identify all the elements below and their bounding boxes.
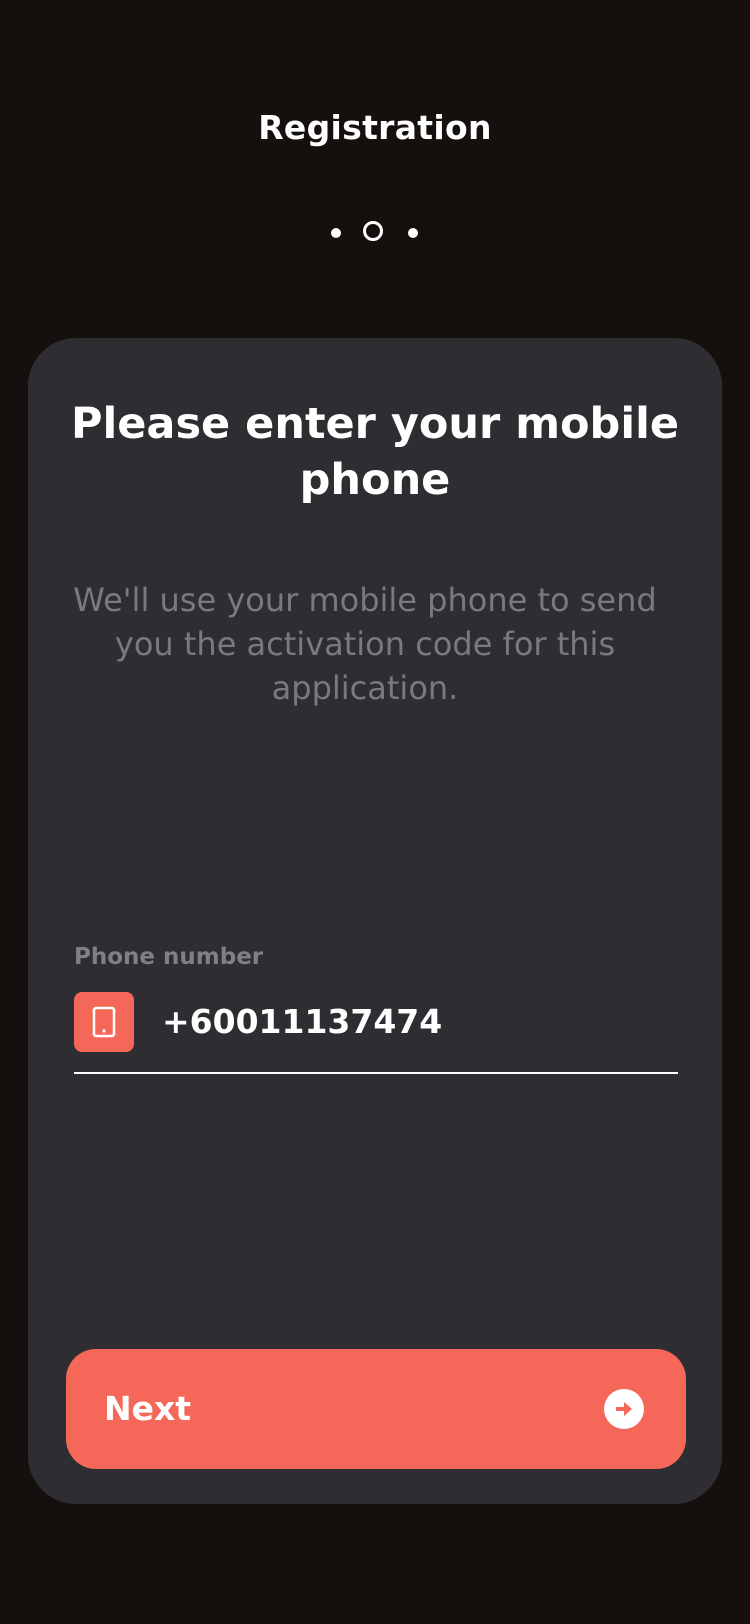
step-dot-1 xyxy=(331,228,341,238)
page-title: Registration xyxy=(258,108,492,147)
card-title: Please enter your mobile phone xyxy=(71,399,679,505)
phone-number-input[interactable]: +60011137474 xyxy=(162,1002,442,1041)
mobile-phone-icon xyxy=(74,992,134,1052)
card-subtitle: We'll use your mobile phone to send you … xyxy=(73,581,657,707)
next-button-label: Next xyxy=(104,1389,192,1428)
registration-card: Please enter your mobile phone We'll use… xyxy=(28,338,722,1504)
next-button[interactable]: Next xyxy=(66,1349,686,1469)
step-indicator xyxy=(0,220,750,244)
phone-field-label: Phone number xyxy=(74,944,264,970)
step-dot-2-active xyxy=(363,221,383,241)
phone-field-underline xyxy=(74,1072,678,1074)
step-dot-3 xyxy=(408,228,418,238)
arrow-right-circle-icon xyxy=(604,1389,644,1429)
